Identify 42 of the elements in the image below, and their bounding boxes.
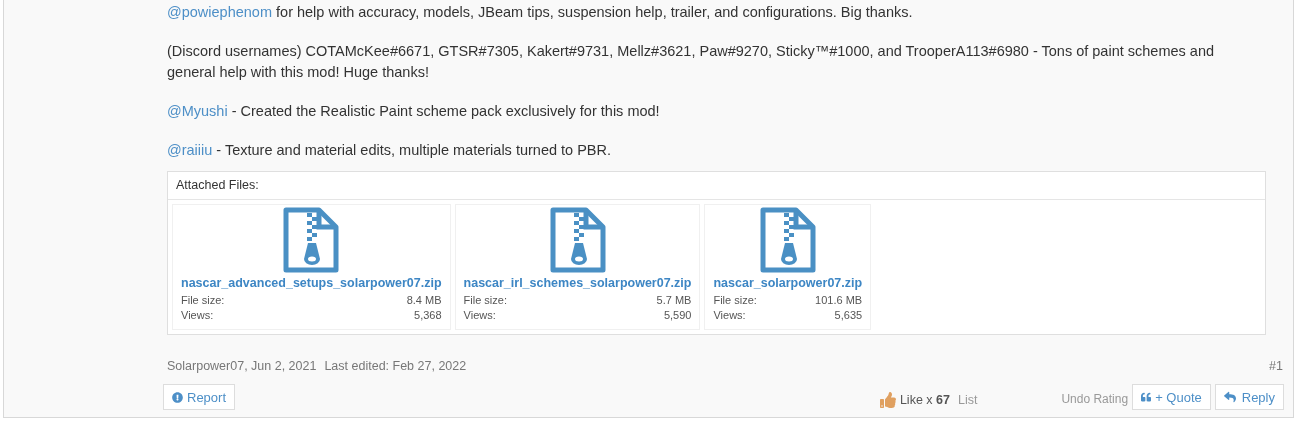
attachment-link[interactable]: nascar_irl_schemes_solarpower07.zip — [463, 273, 692, 293]
zip-file-icon — [549, 206, 606, 273]
reply-icon — [1223, 391, 1236, 404]
quote-icon — [1141, 392, 1152, 403]
attachment-card[interactable]: nascar_advanced_setups_solarpower07.zip File size: 8.4 MB Views: 5,368 — [172, 203, 451, 330]
post-paragraph: @raiiiu - Texture and material edits, multiple materials turned to PBR. — [167, 141, 612, 160]
report-button[interactable]: Report — [163, 384, 236, 411]
views-label: Views: — [713, 307, 746, 323]
views-value: 5,368 — [414, 307, 442, 323]
attachment-link[interactable]: nascar_advanced_setups_solarpower07.zip — [181, 273, 442, 293]
file-size-label: File size: — [181, 292, 225, 308]
like-count: Like x 67 — [899, 391, 950, 409]
reply-button[interactable]: Reply — [1214, 384, 1284, 411]
zip-file-icon — [283, 206, 340, 273]
views-value: 5,635 — [834, 307, 863, 323]
views-label: Views: — [181, 307, 214, 323]
post-paragraph: @powiephenom for help with accuracy, models, JBeam tips, suspension help, trailer, and configurations. Big thanks. — [167, 3, 914, 22]
undo-rating-link[interactable]: Undo Rating — [1061, 390, 1129, 409]
post-paragraph: @Myushi - Created the Realistic Paint scheme pack exclusively for this mod! — [167, 102, 661, 121]
attachment-card[interactable]: nascar_irl_schemes_solarpower07.zip File size: 5.7 MB Views: 5,590 — [454, 203, 701, 330]
quote-button[interactable]: + Quote — [1132, 384, 1211, 411]
user-mention-link[interactable]: @Myushi — [167, 103, 228, 119]
views-value: 5,590 — [663, 307, 692, 323]
file-size-label: File size: — [713, 292, 757, 308]
alert-icon — [172, 391, 183, 403]
attachment-card[interactable]: nascar_solarpower07.zip File size: 101.6 MB Views: 5,635 — [704, 203, 872, 330]
user-mention-link[interactable]: @powiephenom — [167, 4, 272, 20]
views-label: Views: — [463, 307, 496, 323]
post-paragraph: (Discord usernames) COTAMcKee#6671, GTSR#7305, Kakert#9731, Mellz#3621, Paw#9270, Sticky™#1000, and TrooperA113#6980 - Tons of paint schemes and general help with this mod! Huge thanks! — [167, 42, 1215, 82]
file-size-label: File size: — [463, 292, 507, 308]
thumbs-up-icon — [879, 392, 896, 409]
file-size-value: 5.7 MB — [656, 292, 692, 308]
attachments-heading: Attached Files: — [168, 172, 1265, 200]
attachment-link[interactable]: nascar_solarpower07.zip — [713, 273, 863, 293]
last-edited-date: Last edited: Feb 27, 2022 — [324, 357, 467, 375]
file-size-value: 101.6 MB — [815, 292, 863, 308]
likes-list-link[interactable]: List — [957, 390, 978, 410]
file-size-value: 8.4 MB — [406, 292, 442, 308]
user-mention-link[interactable]: @raiiiu — [167, 142, 213, 158]
zip-file-icon — [759, 206, 816, 273]
post-number: #1 — [1269, 357, 1283, 375]
post-author-date: Solarpower07, Jun 2, 2021 — [167, 357, 317, 375]
